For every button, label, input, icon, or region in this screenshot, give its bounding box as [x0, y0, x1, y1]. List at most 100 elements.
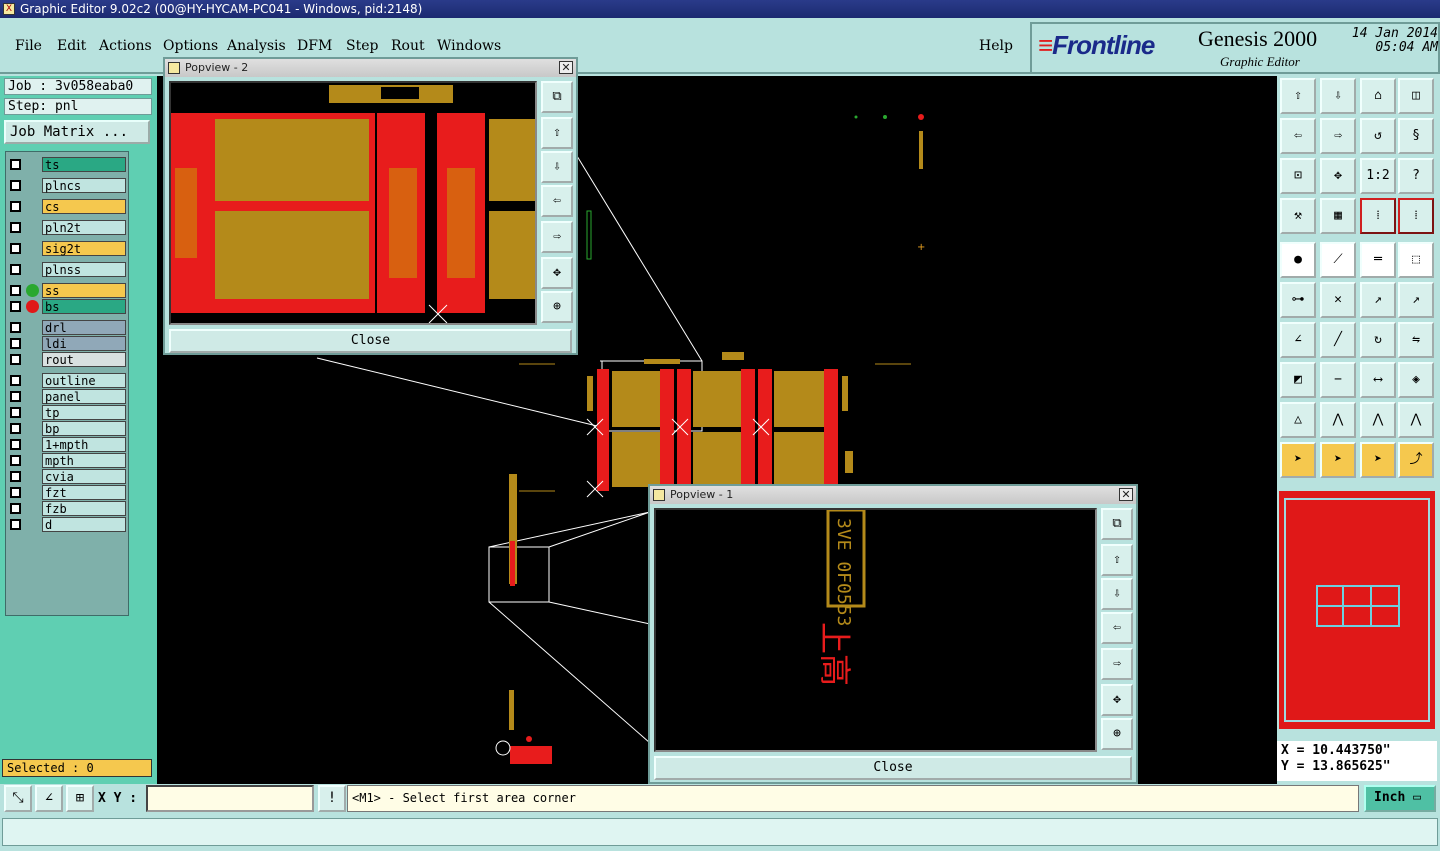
layer-checkbox[interactable] [10, 423, 21, 434]
popview-1-close-button[interactable]: Close [654, 756, 1132, 780]
connect-icon[interactable]: ⊶ [1280, 282, 1316, 318]
snake-icon[interactable]: § [1398, 118, 1434, 154]
layer-row-d[interactable]: d [8, 517, 128, 532]
layer-row-tp[interactable]: tp [8, 405, 128, 420]
view-top-icon[interactable]: ⇧ [1280, 78, 1316, 114]
menu-edit[interactable]: Edit [57, 38, 86, 54]
home-icon[interactable]: ⌂ [1360, 78, 1396, 114]
layer-checkbox[interactable] [10, 375, 21, 386]
layer-label[interactable]: rout [42, 352, 126, 367]
snap-icon[interactable]: ⁞ [1360, 198, 1396, 234]
layer-label[interactable]: pln2t [42, 220, 126, 235]
layer-row-outline[interactable]: outline [8, 373, 128, 388]
popview-up-icon[interactable]: ⇧ [541, 117, 573, 149]
units-dropdown[interactable]: Inch ▭ [1364, 785, 1436, 812]
layer-row-ss[interactable]: ss [8, 283, 128, 298]
popview-zoom-in-icon[interactable]: ✥ [1101, 684, 1133, 716]
layer-checkbox[interactable] [10, 222, 21, 233]
pan-left-icon[interactable]: ⇦ [1280, 118, 1316, 154]
popview-sync-icon[interactable]: ⧉ [1101, 508, 1133, 540]
layer-checkbox[interactable] [10, 201, 21, 212]
layer-label[interactable]: fzt [42, 485, 126, 500]
layer-checkbox[interactable] [10, 503, 21, 514]
menu-actions[interactable]: Actions [99, 38, 152, 54]
layer-row-bs[interactable]: bs [8, 299, 128, 314]
menu-dfm[interactable]: DFM [297, 38, 332, 54]
layer-checkbox[interactable] [10, 471, 21, 482]
pointer-box-icon[interactable]: ➤ [1320, 442, 1356, 478]
close-icon[interactable]: ✕ [1119, 488, 1133, 501]
zoom-fit-icon[interactable]: ⊡ [1280, 158, 1316, 194]
flip-icon[interactable]: ⇋ [1398, 322, 1434, 358]
net-select-icon[interactable]: ⤴ [1398, 442, 1434, 478]
layer-checkbox[interactable] [10, 407, 21, 418]
layer-label[interactable]: plnss [42, 262, 126, 277]
menu-help[interactable]: Help [979, 38, 1013, 54]
popview-zoom-out-icon[interactable]: ⊕ [1101, 718, 1133, 750]
arc-third-icon[interactable]: ⋀ [1398, 402, 1434, 438]
move-icon[interactable]: ↗ [1360, 282, 1396, 318]
popview-up-icon[interactable]: ⇧ [1101, 544, 1133, 576]
split-view-icon[interactable]: ◫ [1398, 78, 1434, 114]
layer-checkbox[interactable] [10, 439, 21, 450]
layer-checkbox[interactable] [10, 519, 21, 530]
layer-checkbox[interactable] [10, 243, 21, 254]
layer-checkbox[interactable] [10, 455, 21, 466]
copy-icon[interactable]: ↗ [1398, 282, 1434, 318]
execute-icon[interactable]: ! [318, 785, 346, 812]
layer-label[interactable]: panel [42, 389, 126, 404]
layer-label[interactable]: sig2t [42, 241, 126, 256]
zoom-center-icon[interactable]: ✥ [1320, 158, 1356, 194]
add-line-icon[interactable]: ⟋ [1320, 242, 1356, 278]
layer-row-fzt[interactable]: fzt [8, 485, 128, 500]
triangle-icon[interactable]: △ [1280, 402, 1316, 438]
popview-right-icon[interactable]: ⇨ [541, 221, 573, 253]
layer-label[interactable]: 1+mpth [42, 437, 126, 452]
snap-alt-icon[interactable]: ⁞ [1398, 198, 1434, 234]
popview-2-close-button[interactable]: Close [169, 329, 572, 353]
layer-row-fzb[interactable]: fzb [8, 501, 128, 516]
layer-row-pln2t[interactable]: pln2t [8, 220, 128, 235]
zoom-one-to-two-icon[interactable]: 1:2 [1360, 158, 1396, 194]
zoom-area-icon[interactable]: ⤡ [4, 785, 32, 812]
layer-row-ts[interactable]: ts [8, 157, 128, 172]
add-pad-icon[interactable]: ● [1280, 242, 1316, 278]
layer-row-drl[interactable]: drl [8, 320, 128, 335]
layer-row-cs[interactable]: cs [8, 199, 128, 214]
popview-2-view[interactable] [169, 81, 537, 325]
popview-left-icon[interactable]: ⇦ [541, 185, 573, 217]
layer-checkbox[interactable] [10, 338, 21, 349]
menu-file[interactable]: File [15, 38, 42, 54]
delete-icon[interactable]: ✕ [1320, 282, 1356, 318]
layer-row-panel[interactable]: panel [8, 389, 128, 404]
layer-label[interactable]: ldi [42, 336, 126, 351]
measure-icon[interactable]: ═ [1360, 242, 1396, 278]
xy-input[interactable] [146, 785, 314, 812]
pointer-icon[interactable]: ➤ [1280, 442, 1316, 478]
angle-icon[interactable]: ∠ [1280, 322, 1316, 358]
popview-down-icon[interactable]: ⇩ [541, 151, 573, 183]
feature-icon[interactable]: ◩ [1280, 362, 1316, 398]
layer-label[interactable]: bs [42, 299, 126, 314]
layer-row-1+mpth[interactable]: 1+mpth [8, 437, 128, 452]
layer-label[interactable]: d [42, 517, 126, 532]
layer-label[interactable]: plncs [42, 178, 126, 193]
mirror-icon[interactable]: ↺ [1360, 118, 1396, 154]
menu-analysis[interactable]: Analysis [227, 38, 286, 54]
layer-label[interactable]: drl [42, 320, 126, 335]
menu-rout[interactable]: Rout [391, 38, 425, 54]
layer-row-sig2t[interactable]: sig2t [8, 241, 128, 256]
popview-zoom-in-icon[interactable]: ✥ [541, 257, 573, 289]
close-icon[interactable]: ✕ [559, 61, 573, 74]
layer-label[interactable]: mpth [42, 453, 126, 468]
job-matrix-button[interactable]: Job Matrix ... [4, 120, 150, 144]
layer-row-plnss[interactable]: plnss [8, 262, 128, 277]
layer-label[interactable]: ts [42, 157, 126, 172]
grid-icon[interactable]: ▦ [1320, 198, 1356, 234]
popview-sync-icon[interactable]: ⧉ [541, 81, 573, 113]
popview-left-icon[interactable]: ⇦ [1101, 612, 1133, 644]
menu-windows[interactable]: Windows [437, 38, 501, 54]
layer-checkbox[interactable] [10, 301, 21, 312]
layer-row-plncs[interactable]: plncs [8, 178, 128, 193]
layer-row-ldi[interactable]: ldi [8, 336, 128, 351]
